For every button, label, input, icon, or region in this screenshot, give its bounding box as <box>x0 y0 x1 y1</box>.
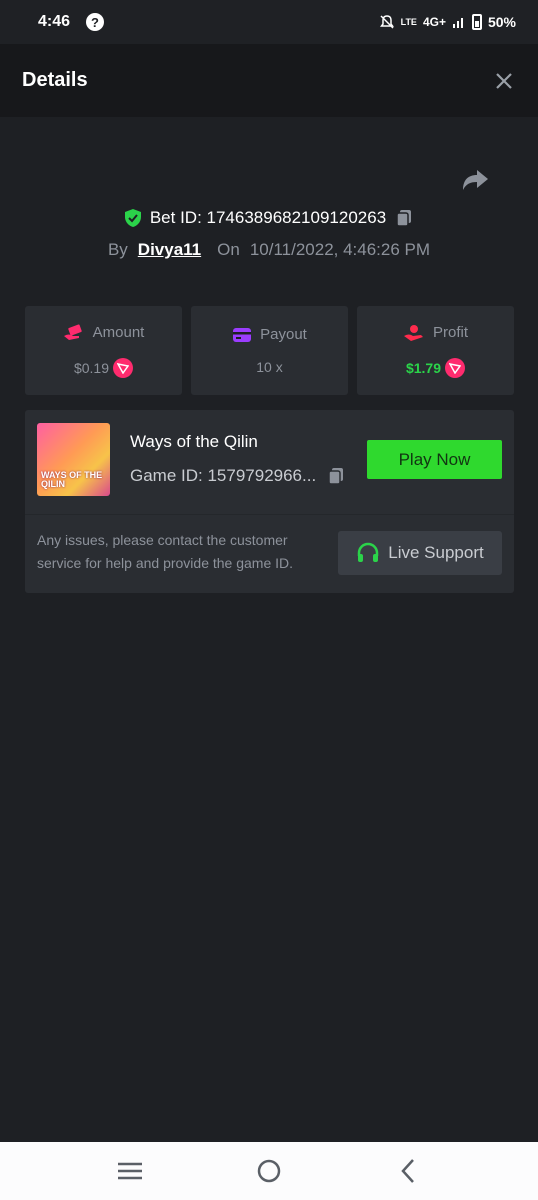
game-thumbnail[interactable]: WAYS OF THE QILIN <box>37 423 110 496</box>
support-hint-text: Any issues, please contact the customer … <box>37 532 294 571</box>
battery-level: 50% <box>487 14 516 30</box>
game-card: WAYS OF THE QILIN Ways of the Qilin Game… <box>25 410 514 593</box>
copy-game-id-icon[interactable] <box>326 466 346 486</box>
profit-hand-icon <box>403 324 423 341</box>
trx-coin-icon <box>113 357 134 378</box>
play-now-button[interactable]: Play Now <box>367 440 502 479</box>
game-id-row: Game ID: 1579792966... <box>130 466 346 486</box>
notification-icon: ? <box>86 13 105 31</box>
money-hand-icon <box>63 323 82 340</box>
bet-author-row: By Divya11 On 10/11/2022, 4:46:26 PM <box>0 236 538 264</box>
page-title: Details <box>22 69 88 91</box>
recents-button[interactable] <box>110 1151 150 1191</box>
system-nav-bar <box>0 1142 538 1200</box>
status-bar: 4:46 ? LTE 4G+ 50% <box>0 0 538 44</box>
amount-card: Amount $0.19 <box>25 306 182 395</box>
bet-id-text: Bet ID: 1746389682109120263 <box>149 208 387 227</box>
signal-icon <box>452 18 463 28</box>
mute-bell-icon <box>379 15 394 29</box>
back-button[interactable] <box>388 1151 428 1191</box>
verified-shield-icon <box>124 209 141 227</box>
amount-label: Amount <box>92 324 145 341</box>
bet-id-row: Bet ID: 1746389682109120263 <box>0 204 538 232</box>
profit-label: Profit <box>432 324 468 341</box>
trx-coin-icon <box>445 357 466 378</box>
headphones-icon <box>358 542 379 562</box>
card-icon <box>233 327 252 342</box>
game-thumbnail-text: WAYS OF THE QILIN <box>41 470 103 489</box>
divider <box>25 514 514 515</box>
battery-icon <box>471 14 482 30</box>
payout-value: 10 x <box>256 359 283 375</box>
home-button[interactable] <box>249 1151 289 1191</box>
back-chevron-icon <box>401 1159 415 1183</box>
share-icon[interactable] <box>460 168 490 194</box>
on-label: On <box>217 240 240 259</box>
profit-value: $1.79 <box>405 359 442 376</box>
live-support-button[interactable]: Live Support <box>338 531 502 575</box>
network-label: 4G+ <box>422 15 446 29</box>
username-link[interactable]: Divya11 <box>138 240 201 260</box>
bet-stats: Amount $0.19 Payout 10 x Profit $1.79 <box>25 306 514 395</box>
bet-datetime: 10/11/2022, 4:46:26 PM <box>249 240 431 259</box>
payout-card: Payout 10 x <box>191 306 348 395</box>
details-header: Details <box>0 44 538 117</box>
home-circle-icon <box>257 1159 281 1183</box>
game-id-text: Game ID: 1579792966... <box>130 466 317 485</box>
game-name: Ways of the Qilin <box>130 432 258 451</box>
status-icons: LTE 4G+ 50% <box>379 14 516 30</box>
lte-label: LTE <box>400 16 417 27</box>
close-icon[interactable] <box>492 69 516 93</box>
live-support-label: Live Support <box>388 543 484 562</box>
by-label: By <box>107 240 128 259</box>
copy-bet-id-icon[interactable] <box>394 208 414 228</box>
payout-label: Payout <box>260 326 307 343</box>
status-time: 4:46 <box>38 13 71 30</box>
amount-value: $0.19 <box>73 359 110 376</box>
menu-lines-icon <box>117 1162 142 1180</box>
profit-card: Profit $1.79 <box>357 306 514 395</box>
